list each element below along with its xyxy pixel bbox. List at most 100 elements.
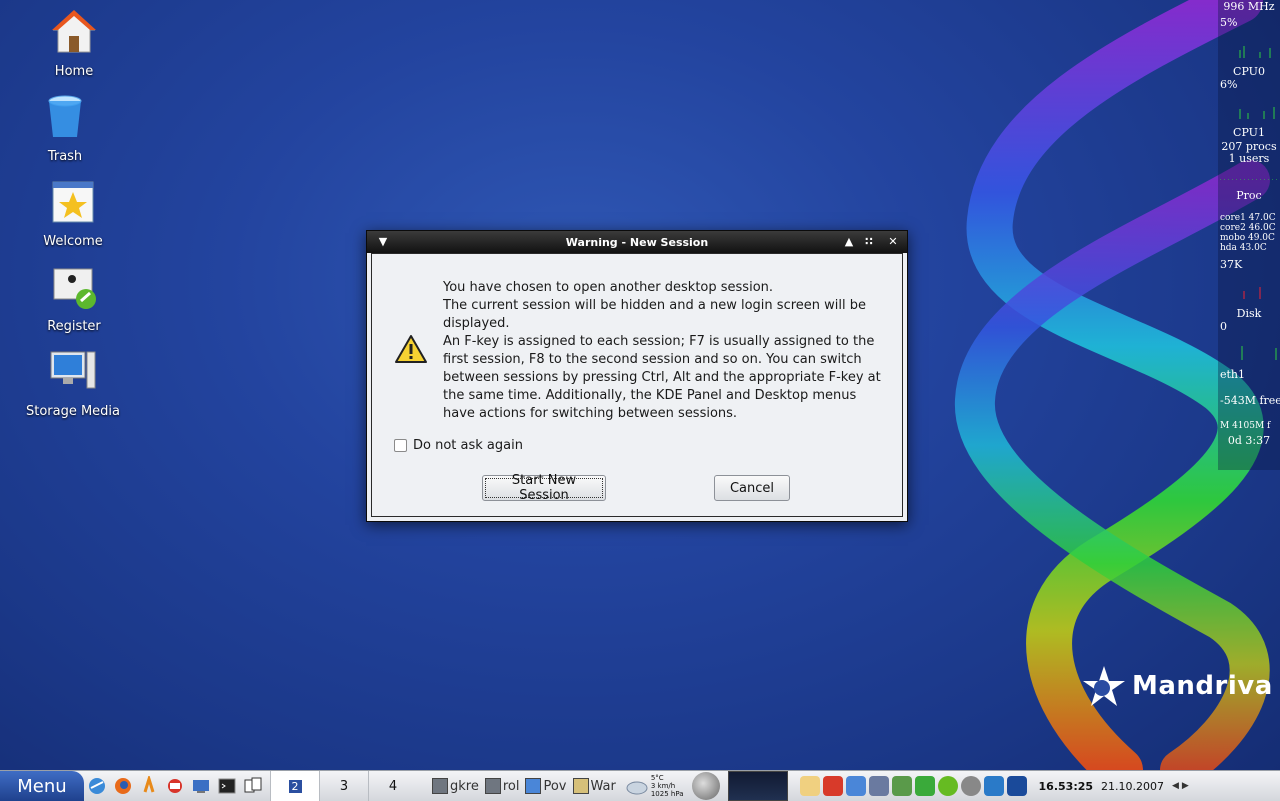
cpu1-usage: 6% [1220, 78, 1238, 91]
pager-desktop-3[interactable]: 3 [319, 771, 368, 801]
terminal-icon [484, 778, 501, 794]
music-icon [143, 776, 155, 793]
display-icon[interactable] [1006, 776, 1027, 796]
cpu0-graph [1239, 46, 1271, 58]
desktop-icon-label: Trash [47, 149, 83, 164]
desktop-icon-label: Register [47, 319, 101, 334]
launcher-music[interactable] [136, 773, 162, 799]
kde-icon[interactable] [983, 776, 1004, 796]
star-icon [1083, 666, 1125, 706]
signal-icon[interactable] [914, 776, 935, 796]
headset-icon[interactable] [868, 776, 889, 796]
task-warning[interactable]: War [570, 773, 619, 799]
trash-icon [48, 95, 82, 137]
temp-hda: hda 43.0C [1220, 243, 1267, 253]
weather-temp: 5°C [650, 774, 664, 782]
temp-mobo: mobo 49.0C [1220, 233, 1275, 243]
task-rol[interactable]: rol [482, 773, 523, 799]
network-manager-icon[interactable] [891, 776, 912, 796]
do-not-ask-checkbox[interactable] [394, 439, 407, 452]
dialog-titlebar[interactable]: ▼ Warning - New Session ▲ ∷ ✕ [367, 231, 907, 253]
bluetooth-icon[interactable] [960, 776, 981, 796]
shade-icon[interactable]: ▲ [841, 234, 857, 250]
message-line: An F-key is assigned to each session; F7… [443, 334, 881, 421]
taskbar: Menu 2 3 4 gkre rol Pov War 5°C 3 km/h 1… [0, 770, 1280, 801]
home-icon [52, 10, 96, 53]
desktop-icon-home[interactable]: Home [24, 8, 124, 79]
proc-label: Proc [1236, 189, 1262, 202]
clock[interactable]: 16.53:25 21.10.2007 [1039, 780, 1165, 793]
close-icon[interactable]: ✕ [885, 234, 901, 250]
mail-icon [168, 779, 182, 793]
notes-icon[interactable] [822, 776, 843, 796]
warning-icon [572, 778, 589, 794]
do-not-ask-label[interactable]: Do not ask again [413, 438, 523, 453]
launcher-firefox[interactable] [110, 773, 136, 799]
klipper-icon[interactable] [799, 776, 820, 796]
desktop-pager: 2 3 4 [270, 771, 417, 801]
launcher-control-center[interactable] [188, 773, 214, 799]
desktop-icon-welcome[interactable]: Welcome [23, 178, 123, 249]
disk-label: Disk [1236, 307, 1262, 320]
folder-icon [525, 778, 542, 794]
weather-pressure: 1025 hPa [650, 790, 684, 798]
volume-icon[interactable] [845, 776, 866, 796]
cloud-icon [626, 781, 648, 795]
task-label: Pov [543, 778, 567, 794]
pager-desktop-4[interactable]: 4 [368, 771, 417, 801]
app-icon [432, 778, 448, 794]
window-list-icon [244, 777, 262, 793]
new-session-dialog: ▼ Warning - New Session ▲ ∷ ✕ You have c… [366, 230, 908, 522]
launcher-browser[interactable] [84, 773, 110, 799]
task-gkrellm[interactable]: gkre [429, 773, 482, 799]
task-pov[interactable]: Pov [522, 773, 569, 799]
desktop-icon-label: Home [54, 64, 94, 79]
net-value: 37K [1220, 258, 1243, 271]
panel-scroll-arrows-icon[interactable]: ◀ ▶ [1172, 781, 1189, 791]
moon-phase-icon[interactable] [691, 772, 720, 800]
desktop-icon-label: Welcome [43, 234, 103, 249]
cpu1-graph [1239, 107, 1275, 119]
menu-button[interactable]: Menu [0, 771, 84, 801]
welcome-star-icon [52, 181, 94, 223]
launcher-mail[interactable] [162, 773, 188, 799]
disk-graph [1241, 346, 1277, 360]
cancel-button[interactable]: Cancel [714, 475, 790, 501]
cpu0-usage: 5% [1220, 16, 1238, 29]
launcher-windows[interactable] [240, 773, 266, 799]
message-line: The current session will be hidden and a… [443, 298, 866, 331]
task-label: gkre [450, 778, 479, 794]
start-new-session-button[interactable]: Start New Session [482, 473, 606, 503]
disk-value: 0 [1220, 320, 1227, 333]
net-graph [1243, 287, 1261, 299]
swap-info: M 4105M f [1220, 421, 1271, 431]
cpu0-label: CPU0 [1233, 65, 1265, 78]
update-check-icon[interactable] [937, 776, 958, 796]
dialog-message: You have chosen to open another desktop … [443, 279, 883, 423]
network-interface: eth1 [1220, 368, 1246, 381]
dialog-body: You have chosen to open another desktop … [371, 253, 903, 517]
register-icon [53, 268, 96, 309]
control-center-icon [193, 780, 209, 793]
uptime: 0d 3:37 [1227, 434, 1271, 447]
temp-core1: core1 47.0C [1220, 213, 1276, 223]
task-label: War [590, 778, 616, 794]
window-menu-icon[interactable]: ▼ [375, 234, 391, 250]
desktop-icon-storage-media[interactable]: Storage Media [23, 348, 123, 419]
dialog-title: Warning - New Session [565, 235, 709, 249]
cpu1-label: CPU1 [1233, 126, 1265, 139]
sticky-icon[interactable]: ∷ [861, 234, 877, 250]
system-tray [799, 776, 1027, 796]
cpu-frequency: 996 MHz [1223, 0, 1275, 13]
terminal-icon [218, 778, 236, 794]
world-clock-map[interactable] [727, 771, 788, 801]
do-not-ask-row[interactable]: Do not ask again [394, 438, 523, 453]
weather-applet[interactable]: 5°C 3 km/h 1025 hPa [625, 774, 684, 798]
clock-time: 16.53:25 [1038, 779, 1094, 793]
launcher-terminal[interactable] [214, 773, 240, 799]
mandriva-logo: Mandriva [1082, 664, 1273, 708]
pager-desktop-2[interactable]: 2 [270, 771, 319, 801]
desktop-icon-trash[interactable]: Trash [15, 93, 115, 164]
firefox-icon [115, 778, 131, 794]
desktop-icon-register[interactable]: Register [24, 263, 124, 334]
